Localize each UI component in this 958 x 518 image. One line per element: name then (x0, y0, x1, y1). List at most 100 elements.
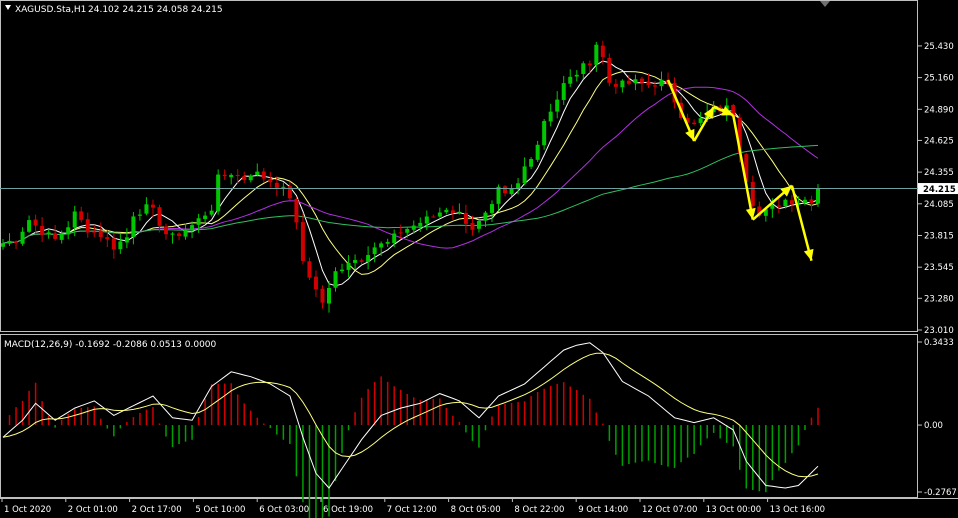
candle-body (320, 288, 325, 303)
candle-body (483, 212, 488, 221)
candle-body (816, 188, 820, 204)
candle-body (85, 219, 90, 233)
candle-body (633, 79, 638, 84)
candle-body (457, 211, 462, 213)
candle-body (568, 76, 573, 84)
candle-body (548, 111, 553, 122)
candle-body (626, 80, 631, 84)
candle-body (750, 181, 755, 206)
time-label: 9 Oct 14:00 (578, 505, 628, 515)
candle-body (229, 174, 234, 178)
candle-body (574, 74, 579, 77)
macd-label: MACD(12,26,9) -0.1692 -0.2086 0.0513 0.0… (4, 340, 217, 350)
candle-body (411, 225, 416, 230)
candle-body (379, 243, 384, 248)
candle-body (581, 63, 586, 74)
time-label: 6 Oct 19:00 (323, 505, 373, 515)
candle-body (131, 216, 136, 238)
candle-body (327, 287, 331, 304)
candle-body (242, 176, 247, 180)
candle-body (600, 45, 605, 57)
time-label: 13 Oct 00:00 (706, 505, 761, 515)
candle-body (613, 83, 618, 87)
candle-body (27, 220, 32, 232)
candle-body (92, 231, 97, 233)
price-label: 25.430 (924, 42, 954, 52)
macd-axis-label: -0.2767 (924, 488, 957, 498)
candle-body (307, 261, 312, 278)
candle-body (437, 212, 442, 217)
chart-window[interactable]: 25.430 25.160 24.890 24.625 24.355 24.085 23.8… (0, 0, 958, 518)
candle-body (392, 233, 397, 243)
candle-body (274, 182, 279, 188)
time-label: 2 Oct 17:00 (132, 505, 182, 515)
candle-body (555, 99, 560, 112)
candle-body (353, 259, 358, 263)
candle-body (177, 233, 182, 236)
time-label: 6 Oct 03:00 (259, 505, 309, 515)
time-label: 12 Oct 07:00 (642, 505, 697, 515)
candle-body (164, 226, 168, 235)
candle-body (802, 199, 807, 203)
time-label: 2 Oct 01:00 (68, 505, 118, 515)
candle-body (190, 225, 195, 230)
candle-body (209, 210, 214, 215)
current-price-label: 24.215 (923, 185, 956, 195)
price-label: 23.280 (924, 294, 954, 304)
price-label: 24.625 (924, 136, 954, 146)
candle-body (509, 188, 514, 195)
candle-body (405, 228, 410, 233)
candle-body (157, 207, 162, 226)
candle-body (196, 218, 201, 225)
candle-body (203, 215, 208, 219)
price-label: 24.890 (924, 105, 954, 115)
candle-body (222, 174, 227, 177)
candle-body (424, 216, 429, 224)
candle-body (418, 222, 423, 227)
candle-body (33, 219, 38, 226)
candle-body (333, 271, 338, 288)
candle-body (789, 200, 794, 205)
candle-body (653, 85, 657, 87)
candle-body (72, 211, 77, 228)
candle-body (294, 199, 299, 223)
candle-body (261, 171, 266, 179)
candle-body (53, 233, 58, 239)
candle-body (444, 209, 449, 213)
candle-body (287, 186, 292, 199)
candle-body (366, 255, 371, 263)
candle-body (137, 214, 142, 216)
time-label: 8 Oct 22:00 (514, 505, 564, 515)
candle-body (1, 243, 5, 247)
candle-body (255, 171, 260, 176)
macd-axis-label: 0.00 (924, 421, 943, 431)
candle-body (450, 210, 455, 214)
candle-body (7, 240, 12, 244)
candle-body (529, 158, 534, 167)
price-label: 25.160 (924, 74, 954, 84)
candle-body (300, 222, 305, 261)
candle-body (20, 231, 25, 244)
candle-body (398, 232, 403, 234)
symbol-title: XAGUSD.Sta,H1 (15, 5, 86, 15)
candle-body (522, 166, 527, 184)
candle-body (40, 225, 45, 235)
candle-body (692, 122, 697, 125)
candle-body (607, 57, 612, 83)
candle-body (496, 186, 501, 204)
candle-body (46, 232, 51, 235)
price-label: 24.355 (924, 168, 954, 178)
candle-body (346, 263, 351, 270)
candle-body (235, 174, 240, 176)
time-label: 13 Oct 16:00 (770, 505, 825, 515)
chart-title: XAGUSD.Sta,H1 24.102 24.215 24.058 24.21… (5, 5, 223, 15)
candle-body (516, 183, 521, 189)
time-label: 8 Oct 05:00 (451, 505, 501, 515)
candle-body (659, 79, 664, 87)
candle-body (59, 233, 64, 240)
candle-body (587, 63, 592, 66)
candle-body (66, 227, 71, 235)
candle-body (268, 179, 273, 183)
candle-body (183, 230, 188, 237)
time-label: 1 Oct 2020 (4, 505, 51, 515)
